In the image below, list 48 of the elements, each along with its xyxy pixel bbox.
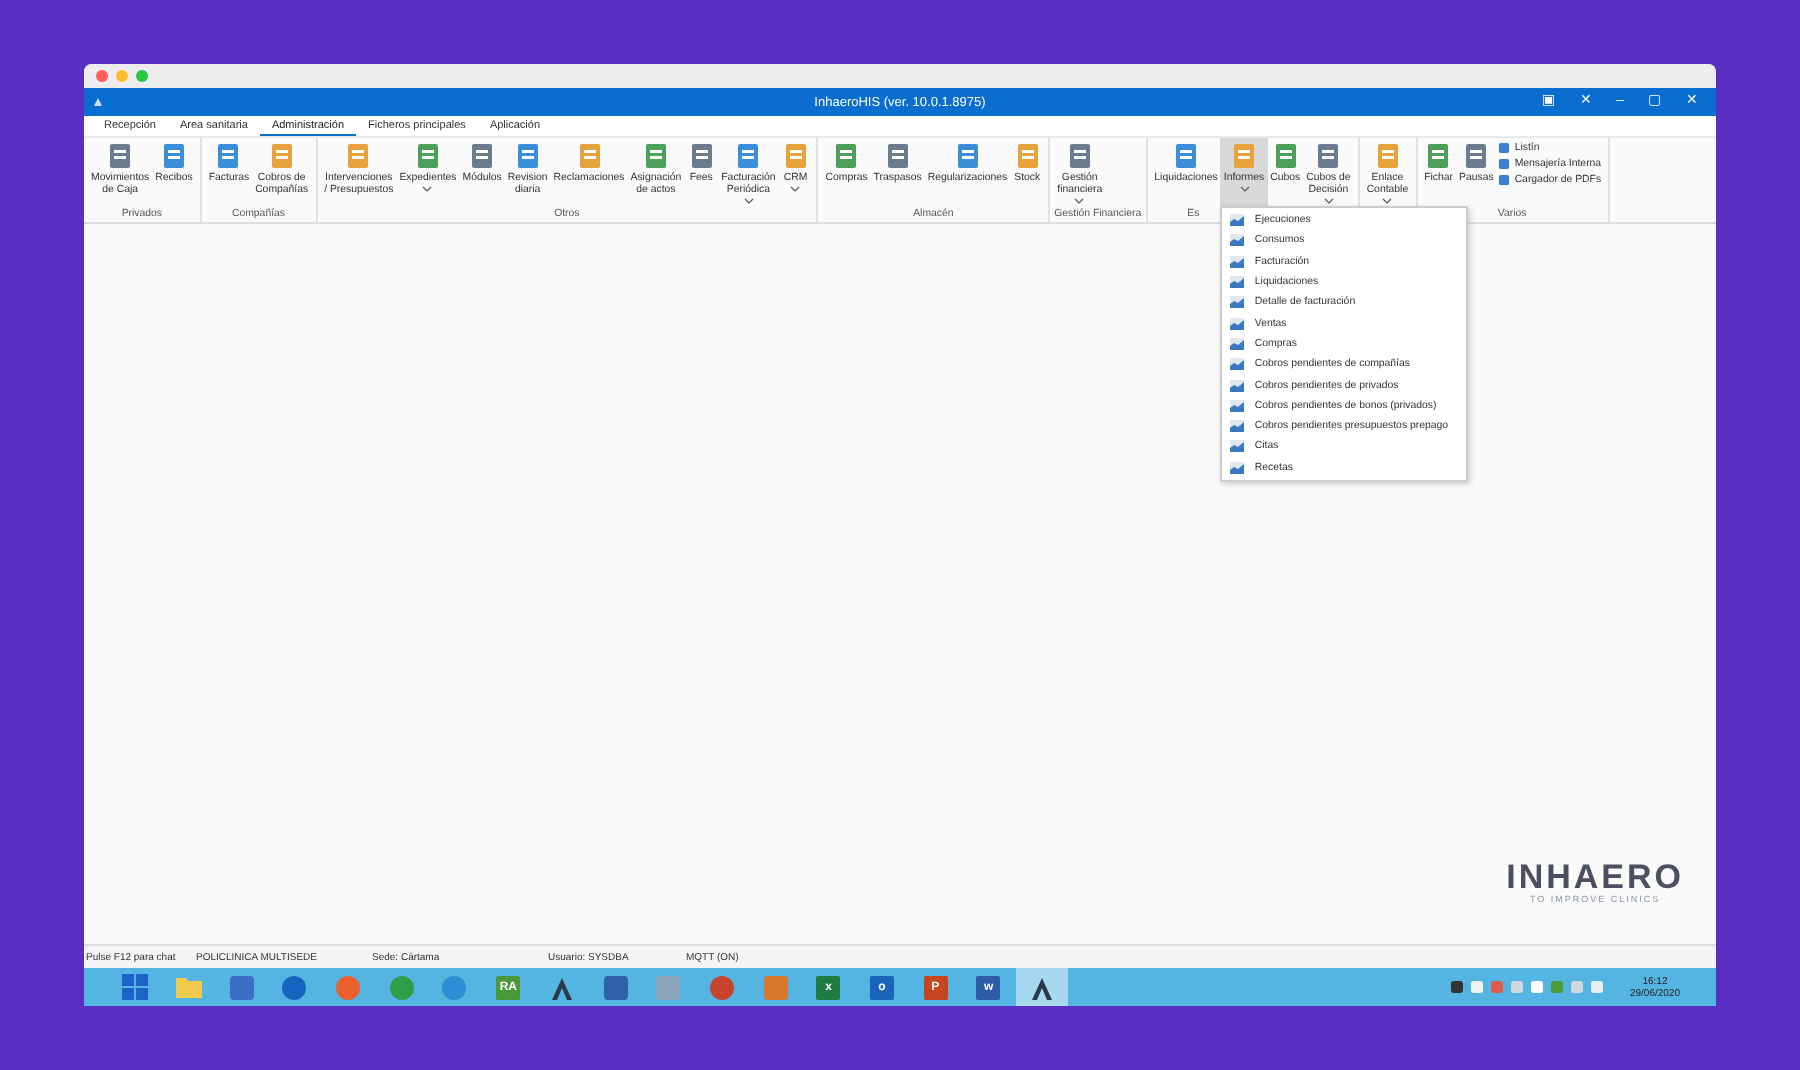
chart-icon <box>1230 296 1245 309</box>
minimize-button[interactable] <box>116 70 128 82</box>
peak-icon <box>1030 975 1055 999</box>
document-icon <box>687 142 716 170</box>
document-icon <box>1462 142 1491 170</box>
document-icon <box>1172 142 1201 170</box>
document-icon <box>832 142 861 170</box>
document-icon <box>344 142 373 170</box>
document-icon <box>1314 142 1343 170</box>
document-icon <box>734 142 763 170</box>
document-icon <box>1013 142 1042 170</box>
app-icon <box>92 96 104 108</box>
chart-icon <box>1230 440 1245 453</box>
document-icon <box>953 142 982 170</box>
document-icon <box>267 142 296 170</box>
chart-icon <box>1230 255 1245 268</box>
document-icon <box>575 142 604 170</box>
document-icon <box>1424 142 1453 170</box>
chart-icon <box>1230 317 1245 330</box>
document-icon <box>1271 142 1300 170</box>
peak-icon <box>549 975 574 999</box>
folder-icon <box>175 976 202 998</box>
chart-icon <box>1230 399 1245 412</box>
start-icon <box>121 974 148 1000</box>
document-icon <box>468 142 497 170</box>
document-icon <box>883 142 912 170</box>
chart-icon <box>1230 234 1245 247</box>
taskbar-app[interactable] <box>1015 968 1069 1006</box>
chart-icon <box>1230 379 1245 392</box>
chart-icon <box>1230 214 1245 227</box>
document-icon <box>1230 142 1258 170</box>
chart-icon <box>1230 337 1245 350</box>
close-button[interactable] <box>96 70 108 82</box>
chart-icon <box>1230 420 1245 433</box>
document-icon <box>1373 142 1402 170</box>
chart-icon <box>1230 461 1245 474</box>
document-icon <box>214 142 243 170</box>
logo-name: INHAERO <box>1506 860 1684 894</box>
document-icon <box>160 142 188 170</box>
document-icon <box>641 142 670 170</box>
document-icon <box>413 142 442 170</box>
chart-icon <box>1230 358 1245 371</box>
document-icon <box>1065 142 1094 170</box>
document-icon <box>513 142 542 170</box>
document-icon <box>106 142 135 170</box>
chart-icon <box>1230 276 1245 289</box>
document-icon <box>781 142 810 170</box>
zoom-button[interactable] <box>136 70 148 82</box>
